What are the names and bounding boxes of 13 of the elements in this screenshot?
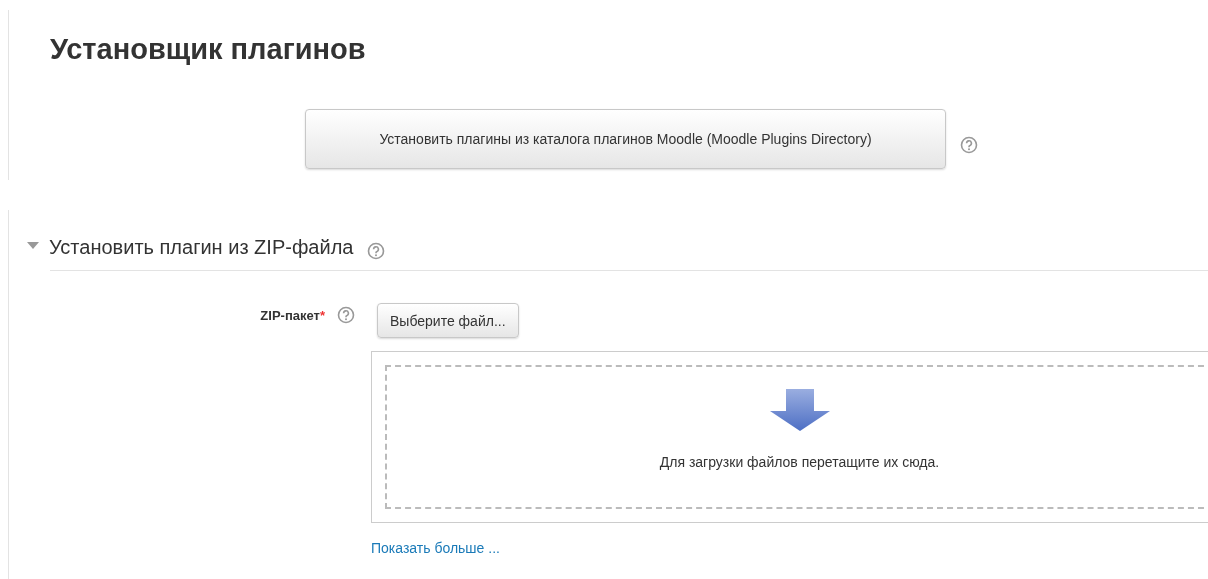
drop-hint: Для загрузки файлов перетащите их сюда. <box>659 454 940 470</box>
help-icon[interactable] <box>367 242 386 260</box>
required-mark: * <box>319 308 325 323</box>
down-arrow-icon <box>768 389 831 433</box>
show-more-link[interactable]: Показать больше ... <box>371 540 500 556</box>
install-from-directory-button[interactable]: Установить плагины из каталога плагинов Moodle (Moodle Plugins Directory) <box>305 109 946 169</box>
field-label: ZIP-пакет <box>260 308 320 323</box>
help-icon[interactable] <box>337 306 355 324</box>
section-title[interactable]: Установить плагин из ZIP-файла <box>49 235 354 259</box>
choose-file-button[interactable]: Выберите файл... <box>377 303 519 338</box>
file-drop-zone[interactable]: Для загрузки файлов перетащите их сюда. <box>371 351 1208 523</box>
help-icon[interactable] <box>960 136 978 154</box>
page-title: Установщик плагинов <box>49 32 367 67</box>
